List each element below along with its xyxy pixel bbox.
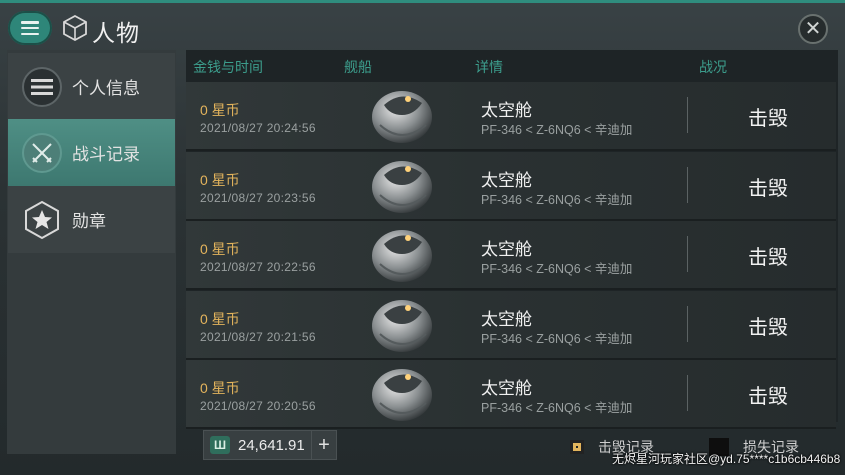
location-route: PF-346 < Z-6NQ6 < 辛迪加 [481,192,633,207]
crossed-swords-icon [22,132,62,173]
isk-currency-icon: Ш [210,436,230,454]
header: 人物 ✕ [0,3,845,47]
capsule-ship-icon [362,363,442,425]
column-header-money-time: 金钱与时间 [193,59,263,75]
battle-status: 击毁 [748,108,788,130]
sidebar-item-label: 个人信息 [72,79,140,98]
sidebar-item-medals[interactable]: 勋章 [8,186,175,253]
column-header-details: 详情 [475,59,503,75]
ship-name: 太空舱 [481,170,532,190]
divider [687,97,688,133]
timestamp: 2021/08/27 20:22:56 [200,260,316,274]
sidebar-item-label: 战斗记录 [72,145,140,164]
hamburger-icon [21,21,39,35]
table-row[interactable]: 0 星币 2021/08/27 20:24:56 太空舱 PF-346 < Z-6NQ… [186,82,836,151]
location-route: PF-346 < Z-6NQ6 < 辛迪加 [481,262,633,276]
money-value: 0 星币 [200,171,240,188]
page-title: 人物 [92,20,140,46]
timestamp: 2021/08/27 20:24:56 [200,121,316,135]
sidebar-item-label: 勋章 [72,212,106,231]
list-icon [22,66,62,107]
capsule-ship-icon [362,85,442,147]
table-row[interactable]: 0 星币 2021/08/27 20:21:56 太空舱 PF-346 < Z-6NQ… [186,290,836,360]
sidebar: 个人信息 战斗记录 勋章 [7,50,176,454]
add-currency-button[interactable]: + [311,431,336,459]
battle-status: 击毁 [748,247,788,269]
battle-status: 击毁 [748,386,788,408]
ship-name: 太空舱 [481,309,532,329]
capsule-ship-icon [362,155,442,217]
location-route: PF-346 < Z-6NQ6 < 辛迪加 [481,123,633,137]
table-row[interactable]: 0 星币 2021/08/27 20:22:56 太空舱 PF-346 < Z-6NQ… [186,221,836,290]
timestamp: 2021/08/27 20:20:56 [200,399,316,413]
divider [687,166,688,203]
star-badge-icon [22,200,62,240]
battle-status: 击毁 [748,177,788,200]
ship-name: 太空舱 [481,240,532,259]
location-route: PF-346 < Z-6NQ6 < 辛迪加 [481,331,633,346]
close-button[interactable]: ✕ [798,14,828,44]
money-value: 0 星币 [200,310,240,327]
capsule-ship-icon [362,224,442,286]
sidebar-item-battle-record[interactable]: 战斗记录 [8,119,175,186]
table-row[interactable]: 0 星币 2021/08/27 20:20:56 太空舱 PF-346 < Z-6NQ… [186,360,836,429]
ship-name: 太空舱 [481,101,532,120]
kill-legend-swatch [570,440,584,454]
battle-status: 击毁 [748,316,788,339]
ship-name: 太空舱 [481,379,532,398]
divider [687,375,688,411]
money-value: 0 星币 [200,102,240,118]
timestamp: 2021/08/27 20:23:56 [200,190,316,205]
divider [687,305,688,342]
column-header-ship: 舰船 [344,59,372,75]
location-route: PF-346 < Z-6NQ6 < 辛迪加 [481,401,633,415]
menu-button[interactable] [8,11,52,45]
column-header-result: 战况 [699,59,727,75]
capsule-ship-icon [362,294,442,356]
wallet-balance: Ш 24,641.91 + [203,430,337,460]
close-icon: ✕ [804,18,822,40]
timestamp: 2021/08/27 20:21:56 [200,329,316,344]
watermark: 无烬星河玩家社区@yd.75****c1b6cb446b8 [612,452,841,466]
balance-amount: 24,641.91 [238,437,305,454]
divider [687,236,688,272]
table-row[interactable]: 0 星币 2021/08/27 20:23:56 太空舱 PF-346 < Z-6NQ… [186,151,836,221]
money-value: 0 星币 [200,380,240,396]
character-icon [63,15,87,41]
money-value: 0 星币 [200,241,240,257]
sidebar-item-profile[interactable]: 个人信息 [8,53,175,120]
